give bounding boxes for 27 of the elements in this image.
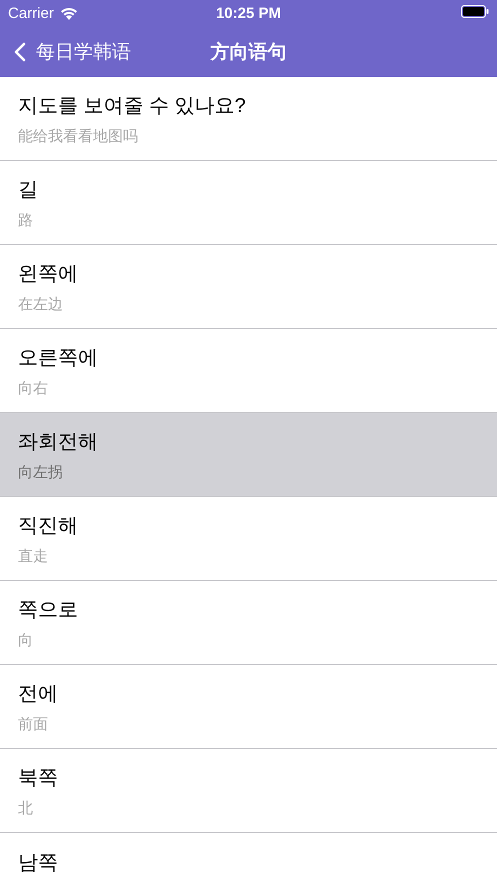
battery-icon xyxy=(461,4,489,18)
korean-phrase: 지도를 보여줄 수 있나요? xyxy=(18,94,246,118)
korean-phrase: 북쪽 xyxy=(18,766,58,790)
korean-phrase: 오른쪽에 xyxy=(18,346,98,370)
korean-phrase: 쪽으로 xyxy=(18,598,78,622)
korean-phrase: 좌회전해 xyxy=(18,430,98,454)
korean-phrase: 전에 xyxy=(18,682,58,706)
chinese-translation: 前面 xyxy=(18,714,48,734)
chinese-translation: 能给我看看地图吗 xyxy=(18,126,138,146)
carrier-label: Carrier xyxy=(8,4,54,22)
chinese-translation: 在左边 xyxy=(18,294,63,314)
korean-phrase: 남쪽 xyxy=(18,851,58,876)
chinese-translation: 北 xyxy=(18,798,33,818)
korean-phrase: 길 xyxy=(18,178,38,202)
chinese-translation: 路 xyxy=(18,210,33,230)
korean-phrase: 직진해 xyxy=(18,514,78,538)
chinese-translation: 直走 xyxy=(18,546,48,566)
wifi-icon xyxy=(60,6,78,20)
back-chevron-icon xyxy=(14,42,26,62)
status-time: 10:25 PM xyxy=(216,4,282,22)
phrase-row[interactable]: 좌회전해 向左拐 xyxy=(0,413,497,497)
nav-title: 方向语句 xyxy=(210,40,286,64)
chinese-translation: 向 xyxy=(18,630,33,650)
back-button[interactable]: 每日学韩语 xyxy=(0,38,131,64)
chinese-translation: 向右 xyxy=(18,378,48,398)
chinese-translation: 向左拐 xyxy=(18,462,63,482)
korean-phrase: 왼쪽에 xyxy=(18,262,78,286)
